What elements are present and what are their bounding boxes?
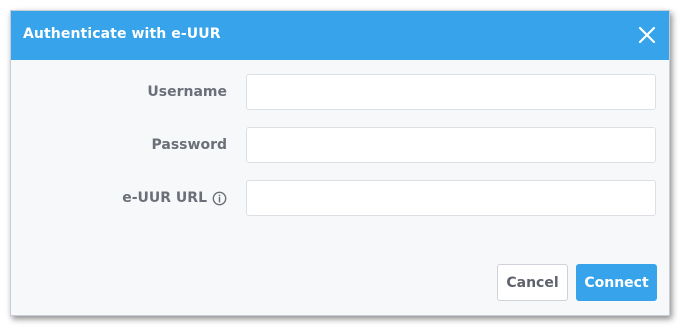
close-icon[interactable] bbox=[635, 23, 659, 47]
connect-button[interactable]: Connect bbox=[576, 264, 657, 301]
username-field[interactable] bbox=[246, 74, 656, 110]
password-field[interactable] bbox=[246, 127, 656, 163]
password-label-text: Password bbox=[151, 137, 227, 153]
url-row: e-UUR URL bbox=[11, 180, 669, 218]
username-label-text: Username bbox=[147, 84, 227, 100]
url-label: e-UUR URL bbox=[122, 190, 227, 206]
cancel-button[interactable]: Cancel bbox=[497, 264, 568, 301]
dialog-header: Authenticate with e-UUR bbox=[11, 11, 669, 60]
url-label-text: e-UUR URL bbox=[122, 190, 207, 206]
password-row: Password bbox=[11, 127, 669, 165]
password-label: Password bbox=[152, 137, 227, 153]
username-label: Username bbox=[147, 84, 227, 100]
url-field[interactable] bbox=[246, 180, 656, 216]
authenticate-dialog: Authenticate with e-UUR Username Passwor… bbox=[10, 10, 670, 316]
dialog-title: Authenticate with e-UUR bbox=[23, 26, 221, 42]
info-icon[interactable] bbox=[212, 191, 227, 206]
username-row: Username bbox=[11, 74, 669, 112]
